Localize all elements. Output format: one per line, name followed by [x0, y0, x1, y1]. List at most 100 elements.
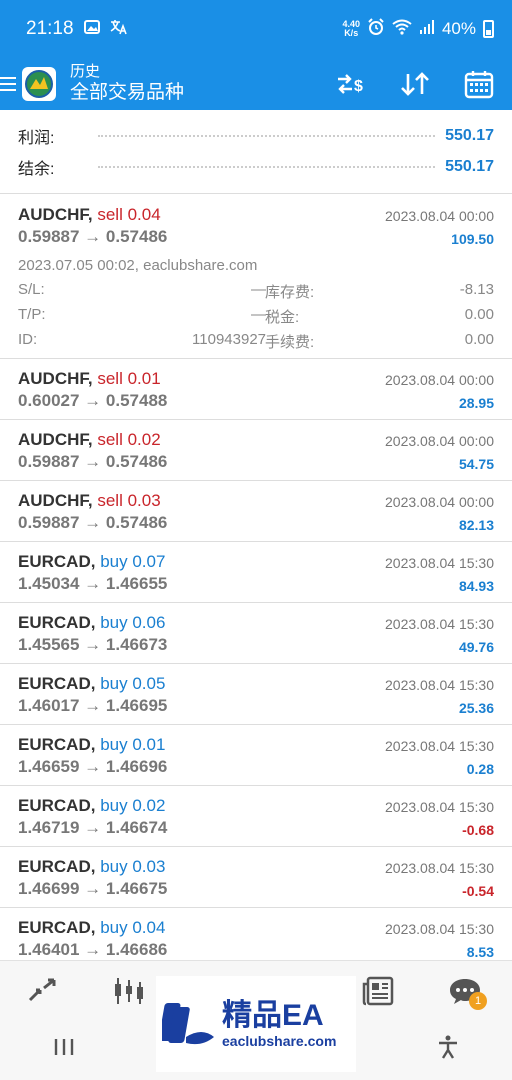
- watermark-logo-icon: [158, 997, 216, 1051]
- trade-side: buy 0.07: [100, 552, 166, 571]
- trade-symbol: AUDCHF,: [18, 205, 93, 224]
- profit-value: 550.17: [445, 127, 494, 144]
- chat-icon[interactable]: 1: [422, 966, 508, 1016]
- svg-text:$: $: [354, 78, 363, 95]
- trade-side: sell 0.03: [97, 491, 161, 510]
- watermark-url: eaclubshare.com: [222, 1033, 337, 1049]
- trade-profit: 49.76: [458, 639, 494, 655]
- alarm-icon: [367, 17, 385, 41]
- status-time: 21:18: [26, 18, 74, 39]
- trade-profit: -0.54: [462, 883, 494, 899]
- currency-swap-icon[interactable]: $: [334, 67, 368, 101]
- swap-label: 库存费:: [265, 284, 315, 301]
- sl-value: —: [251, 281, 266, 298]
- close-price: 1.46686: [105, 940, 168, 959]
- menu-icon[interactable]: [0, 77, 16, 91]
- fee-value: 0.00: [464, 331, 494, 348]
- trade-row[interactable]: EURCAD, buy 0.03 1.46699 → 1.46675 2023.…: [0, 847, 512, 908]
- trade-row[interactable]: AUDCHF, sell 0.02 0.59887 → 0.57486 2023…: [0, 420, 512, 481]
- recent-apps-icon[interactable]: [53, 1036, 75, 1064]
- trade-date: 2023.08.04 15:30: [385, 921, 494, 937]
- trade-profit: 8.53: [466, 944, 494, 960]
- symbol-filter[interactable]: 全部交易品种: [70, 81, 184, 105]
- battery-icon: [483, 20, 494, 38]
- open-price: 1.46719: [18, 818, 80, 837]
- balance-row: 结余: 550.17: [18, 155, 494, 179]
- trade-profit: 84.93: [458, 578, 494, 594]
- profit-row: 利润: 550.17: [18, 124, 494, 148]
- trade-date: 2023.08.04 15:30: [385, 677, 494, 693]
- trade-side: sell 0.01: [97, 369, 161, 388]
- net-speed: 4.40 K/s: [342, 20, 360, 38]
- trade-side: buy 0.02: [100, 796, 166, 815]
- app-bar: 历史 全部交易品种 $: [0, 58, 512, 110]
- wifi-icon: [392, 19, 412, 40]
- trade-profit: 54.75: [458, 456, 494, 472]
- sort-icon[interactable]: [398, 67, 432, 101]
- trade-side: buy 0.04: [100, 918, 166, 937]
- dotted-leader: [98, 166, 436, 168]
- trade-row[interactable]: AUDCHF, sell 0.03 0.59887 → 0.57486 2023…: [0, 481, 512, 542]
- close-price: 1.46696: [105, 757, 168, 776]
- trade-list: AUDCHF, sell 0.04 0.59887 → 0.57486 2023…: [0, 195, 512, 969]
- close-price: 1.46655: [105, 574, 168, 593]
- balance-value: 550.17: [445, 158, 494, 175]
- chat-badge: 1: [469, 991, 487, 1010]
- summary-panel: 利润: 550.17 结余: 550.17: [0, 110, 512, 194]
- open-price: 1.46017: [18, 696, 80, 715]
- close-price: 0.57488: [105, 391, 168, 410]
- trade-profit: 25.36: [458, 700, 494, 716]
- tax-value: 0.00: [464, 306, 494, 323]
- trade-date: 2023.08.04 15:30: [385, 616, 494, 632]
- trade-date: 2023.08.04 15:30: [385, 555, 494, 571]
- trade-row[interactable]: EURCAD, buy 0.02 1.46719 → 1.46674 2023.…: [0, 786, 512, 847]
- calendar-icon[interactable]: [462, 67, 496, 101]
- trade-symbol: EURCAD,: [18, 796, 96, 815]
- trade-row[interactable]: EURCAD, buy 0.06 1.45565 → 1.46673 2023.…: [0, 603, 512, 664]
- open-price: 0.60027: [18, 391, 80, 410]
- trade-row[interactable]: EURCAD, buy 0.05 1.46017 → 1.46695 2023.…: [0, 664, 512, 725]
- trade-side: buy 0.01: [100, 735, 166, 754]
- open-price: 1.46401: [18, 940, 80, 959]
- trade-profit: 28.95: [458, 395, 494, 411]
- open-price: 0.59887: [18, 227, 80, 246]
- open-price: 1.46699: [18, 879, 80, 898]
- profit-label: 利润:: [18, 130, 55, 147]
- sl-label: S/L:: [18, 281, 45, 298]
- balance-label: 结余:: [18, 161, 55, 178]
- tp-value: —: [251, 306, 266, 323]
- watermark-title: 精品EA: [222, 999, 324, 1032]
- trade-date: 2023.08.04 15:30: [385, 738, 494, 754]
- close-price: 0.57486: [105, 227, 168, 246]
- trade-symbol: EURCAD,: [18, 613, 96, 632]
- close-price: 1.46674: [105, 818, 168, 837]
- fee-label: 手续费:: [265, 334, 315, 351]
- trade-date: 2023.08.04 15:30: [385, 799, 494, 815]
- trade-side: buy 0.03: [100, 857, 166, 876]
- status-bar: 21:18 4.40 K/s 40%: [0, 0, 512, 58]
- detail-row: T/P: — 税金: 0.00: [18, 306, 494, 328]
- detail-row: S/L: — 库存费: -8.13: [18, 281, 494, 303]
- dotted-leader: [98, 135, 436, 137]
- trade-row[interactable]: EURCAD, buy 0.07 1.45034 → 1.46655 2023.…: [0, 542, 512, 603]
- trade-side: buy 0.06: [100, 613, 166, 632]
- trade-side: buy 0.05: [100, 674, 166, 693]
- trade-row[interactable]: AUDCHF, sell 0.01 0.60027 → 0.57488 2023…: [0, 359, 512, 420]
- trade-profit: 109.50: [451, 231, 494, 247]
- trade-symbol: AUDCHF,: [18, 491, 93, 510]
- accessibility-icon[interactable]: [437, 1035, 459, 1066]
- open-price: 0.59887: [18, 452, 80, 471]
- signal-icon: [419, 19, 435, 40]
- battery-percent: 40%: [441, 19, 476, 38]
- trade-row[interactable]: EURCAD, buy 0.01 1.46659 → 1.46696 2023.…: [0, 725, 512, 786]
- trade-date: 2023.08.04 00:00: [385, 494, 494, 510]
- close-price: 1.46675: [105, 879, 168, 898]
- trade-icon[interactable]: [0, 966, 86, 1016]
- trade-symbol: AUDCHF,: [18, 369, 93, 388]
- trade-date: 2023.08.04 00:00: [385, 372, 494, 388]
- trade-side: sell 0.02: [97, 430, 161, 449]
- id-value: 110943927: [192, 331, 266, 348]
- net-speed-unit: K/s: [344, 28, 359, 38]
- trade-row[interactable]: AUDCHF, sell 0.04 0.59887 → 0.57486 2023…: [0, 195, 512, 359]
- open-time: 2023.07.05 00:02, eaclubshare.com: [18, 257, 258, 274]
